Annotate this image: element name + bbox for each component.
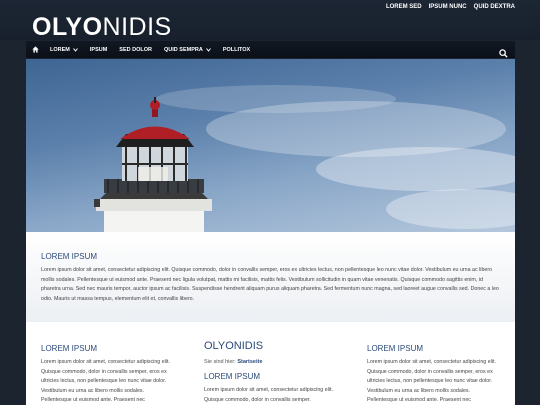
left-column-heading: LOREM IPSUM [41, 344, 98, 353]
chevron-down-icon [72, 47, 78, 52]
nav-item-sed-dolor[interactable]: SED DOLOR [113, 41, 158, 58]
nav-label: QUID SEMPRA [164, 46, 203, 53]
nav-item-quid-sempra[interactable]: QUID SEMPRA [158, 41, 217, 58]
search-icon[interactable] [499, 45, 508, 58]
breadcrumb: Sie sind hier: Startseite [204, 359, 334, 365]
site-logo[interactable]: OLYONIDIS [32, 14, 172, 40]
middle-column: OLYONIDIS Sie sind hier: Startseite LORE… [204, 340, 334, 405]
hero-image-lighthouse [26, 59, 515, 232]
nav-label: SED DOLOR [119, 46, 152, 53]
intro-section: LOREM IPSUM Lorem ipsum dolor sit amet, … [26, 232, 515, 322]
logo-bold: OLYO [32, 13, 103, 41]
breadcrumb-home-link[interactable]: Startseite [237, 359, 262, 365]
home-icon[interactable] [26, 41, 44, 58]
main-nav: LOREM IPSUM SED DOLOR QUID SEMPRA POLLIT… [26, 41, 515, 58]
right-column-heading: LOREM IPSUM [367, 344, 424, 353]
middle-column-text: Lorem ipsum dolor sit amet, consectetur … [204, 387, 333, 403]
nav-label: IPSUM [89, 46, 108, 53]
nav-item-lorem[interactable]: LOREM [44, 41, 84, 58]
nav-item-ipsum[interactable]: IPSUM [84, 41, 113, 58]
content-columns: LOREM IPSUM Lorem ipsum dolor sit amet, … [26, 322, 515, 405]
header-bar: OLYONIDIS LOREM SED IPSUM NUNC QUID DEXT… [0, 0, 540, 40]
breadcrumb-prefix: Sie sind hier: [204, 359, 236, 365]
middle-column-heading: LOREM IPSUM [204, 372, 261, 381]
right-column: LOREM IPSUM Lorem ipsum dolor sit amet, … [367, 344, 497, 405]
nav-label: LOREM [50, 46, 70, 53]
lighthouse [94, 97, 212, 232]
intro-text: Lorem ipsum dolor sit amet, consectetur … [41, 267, 499, 302]
top-link-2[interactable]: IPSUM NUNC [429, 4, 467, 10]
intro-heading: LOREM IPSUM [41, 252, 98, 261]
page-title: OLYONIDIS [204, 340, 264, 352]
nav-item-pollitox[interactable]: POLLITOX [217, 41, 256, 58]
left-column-text: Lorem ipsum dolor sit amet, consectetur … [41, 359, 170, 403]
top-links: LOREM SED IPSUM NUNC QUID DEXTRA [386, 4, 515, 10]
logo-light: NIDIS [102, 13, 172, 41]
left-column: LOREM IPSUM Lorem ipsum dolor sit amet, … [41, 344, 171, 405]
top-link-1[interactable]: LOREM SED [386, 4, 422, 10]
chevron-down-icon [205, 47, 211, 52]
nav-label: POLLITOX [222, 46, 251, 53]
top-link-3[interactable]: QUID DEXTRA [474, 4, 515, 10]
right-column-text: Lorem ipsum dolor sit amet, consectetur … [367, 359, 496, 403]
